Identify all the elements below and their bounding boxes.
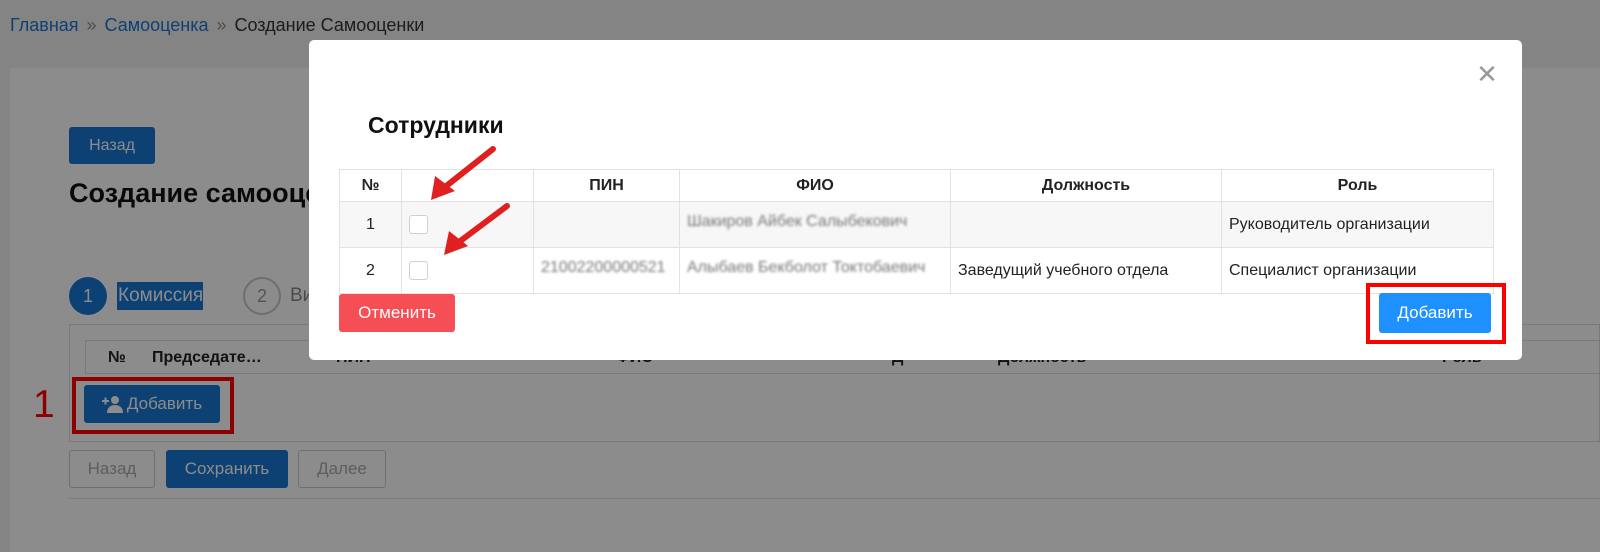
row-pin: 21002200000521: [533, 247, 680, 294]
fio-value: Алыбаев Бекболот Токтобаевич: [687, 259, 926, 276]
row-checkbox-cell: [401, 201, 534, 248]
row-number: 2: [339, 247, 402, 294]
cancel-button[interactable]: Отменить: [339, 294, 455, 332]
row-checkbox[interactable]: [409, 261, 428, 280]
table-row[interactable]: 2 21002200000521 Алыбаев Бекболот Токтоб…: [339, 247, 1494, 294]
annotation-highlight-modal-add: [1366, 283, 1506, 344]
row-fio: Шакиров Айбек Салыбекович: [679, 201, 951, 248]
row-checkbox-cell: [401, 247, 534, 294]
row-position: [950, 201, 1222, 248]
employees-modal: ✕ Сотрудники № ПИН ФИО Должность Роль 1 …: [309, 40, 1522, 360]
row-checkbox[interactable]: [409, 215, 428, 234]
table-row[interactable]: 1 Шакиров Айбек Салыбекович Руководитель…: [339, 201, 1494, 248]
column-header: №: [339, 169, 402, 202]
close-icon[interactable]: ✕: [1472, 59, 1502, 89]
column-header: Роль: [1221, 169, 1494, 202]
row-number: 1: [339, 201, 402, 248]
row-fio: Алыбаев Бекболот Токтобаевич: [679, 247, 951, 294]
table-header-row: № ПИН ФИО Должность Роль: [339, 169, 1494, 202]
column-header: Должность: [950, 169, 1222, 202]
modal-title: Сотрудники: [368, 112, 504, 138]
column-header: ПИН: [533, 169, 680, 202]
pin-value: 21002200000521: [541, 259, 666, 276]
employees-table: № ПИН ФИО Должность Роль 1 Шакиров Айбек…: [339, 169, 1494, 294]
column-header: [401, 169, 534, 202]
row-pin: [533, 201, 680, 248]
row-position: Заведущий учебного отдела: [950, 247, 1222, 294]
column-header: ФИО: [679, 169, 951, 202]
fio-value: Шакиров Айбек Салыбекович: [687, 213, 908, 230]
row-role: Руководитель организации: [1221, 201, 1494, 248]
